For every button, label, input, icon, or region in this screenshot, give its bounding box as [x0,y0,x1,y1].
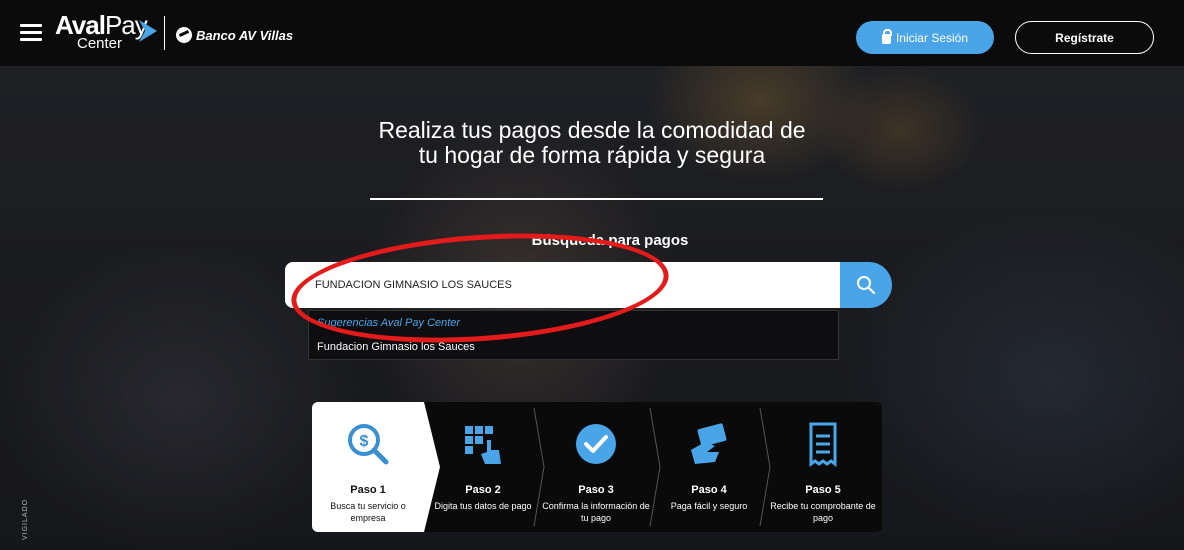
card-hand-icon [691,423,727,464]
svg-text:$: $ [360,433,369,450]
login-label: Iniciar Sesión [895,30,969,45]
step-2-name: Paso 2 [465,484,501,496]
search-button[interactable] [840,262,892,308]
aval-pay-center-logo[interactable]: AvalPay Center [55,12,148,54]
hero-title: Realiza tus pagos desde la comodidad de … [342,118,842,168]
header-divider [164,16,165,50]
search-icon [857,276,876,295]
search-money-icon: $ [348,424,389,465]
step-5-desc: Recibe tu comprobante de pago [770,501,876,523]
search-title: Búsqueda para pagos [531,232,689,249]
step-1-desc: Busca tu servicio o empresa [330,501,406,523]
register-label: Regístrate [1055,30,1114,45]
payment-steps: $ Paso 1 Busca tu servicio o empresa Pas… [312,402,882,532]
register-button[interactable]: Regístrate [1015,21,1154,54]
menu-icon[interactable] [20,24,42,42]
step-3-name: Paso 3 [578,484,614,496]
hero-divider [370,198,823,200]
receipt-icon [809,422,837,467]
check-circle-icon [576,424,616,464]
bank-name: Banco AV Villas [196,27,294,43]
search-input[interactable] [285,262,841,308]
suggestions-dropdown: Sugerencias Aval Pay Center Fundacion Gi… [308,310,839,360]
step-4-desc: Paga fácil y seguro [670,501,748,511]
step-5: Paso 5 Recibe tu comprobante de pago [764,402,882,532]
step-3: Paso 3 Confirma la información de tu pag… [538,402,654,532]
av-villas-mark-icon [176,27,192,43]
hero-title-line-2: tu hogar de forma rápida y segura [418,142,766,168]
hero-title-line-1: Realiza tus pagos desde la comodidad de [378,117,806,143]
login-button[interactable]: Iniciar Sesión [856,21,994,54]
logo-arrow-icon [139,20,157,42]
step-1: $ Paso 1 Busca tu servicio o empresa [312,402,440,532]
lock-icon [881,28,892,44]
step-1-name: Paso 1 [350,484,386,496]
suggestions-header: Sugerencias Aval Pay Center [317,317,461,329]
banco-av-villas-logo: Banco AV Villas [176,27,293,43]
suggestion-item[interactable]: Fundacion Gimnasio los Sauces [317,341,475,353]
step-5-name: Paso 5 [805,484,841,496]
vigilado-seal: VIGILADO [22,498,29,540]
keypad-hand-icon [465,426,501,464]
step-2: Paso 2 Digita tus datos de pago [428,402,538,532]
step-4-name: Paso 4 [691,484,727,496]
step-2-desc: Digita tus datos de pago [434,501,532,511]
step-4: Paso 4 Paga fácil y seguro [654,402,764,532]
step-3-desc: Confirma la información de tu pago [542,501,650,523]
top-header: AvalPay Center Banco AV Villas Iniciar S… [0,0,1184,66]
